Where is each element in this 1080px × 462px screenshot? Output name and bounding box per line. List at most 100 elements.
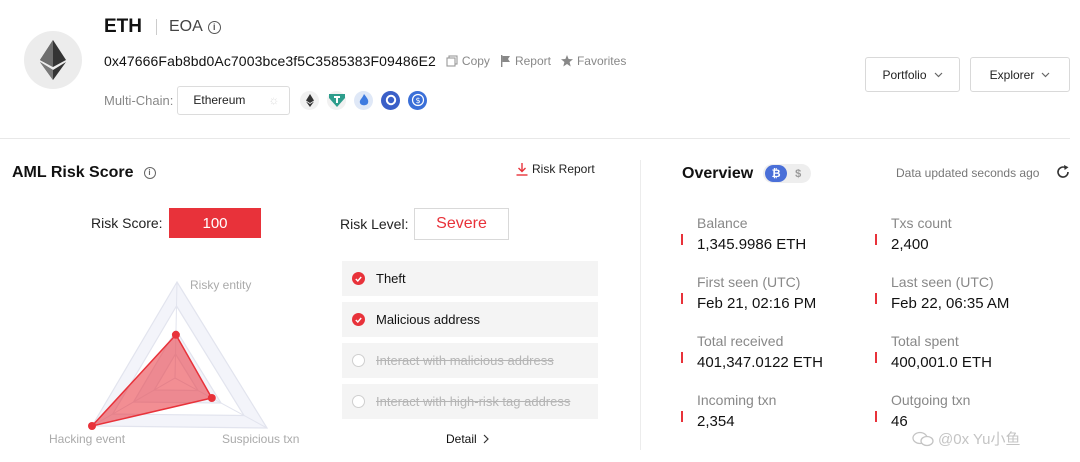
stat-accent-bar — [681, 293, 683, 304]
radar-point — [207, 394, 216, 402]
title-separator — [156, 19, 157, 35]
risk-item-label: Malicious address — [376, 312, 481, 327]
overview-title: Overview — [682, 164, 754, 182]
btc-toggle-button[interactable]: ₿ — [765, 165, 788, 182]
favorites-label: Favorites — [576, 54, 627, 68]
info-icon[interactable]: i — [207, 20, 221, 34]
risk-report-label: Risk Report — [532, 162, 595, 176]
coin-title: ETH — [104, 16, 142, 37]
copy-icon — [446, 55, 458, 67]
multichain-label: Multi-Chain: — [104, 92, 174, 108]
wechat-icon — [912, 431, 934, 446]
stat-value: 46 — [891, 413, 908, 430]
stat-label: Total spent — [891, 333, 959, 349]
risk-score-label: Risk Score: — [91, 215, 163, 231]
stat-accent-bar — [681, 411, 683, 422]
currency-toggle: ₿ $ — [763, 164, 812, 183]
radar-axis-label: Risky entity — [190, 278, 252, 292]
stat-accent-bar — [875, 293, 877, 304]
star-icon — [560, 55, 573, 67]
portfolio-label: Portfolio — [882, 67, 927, 82]
risk-item: Interact with high-risk tag address — [342, 384, 598, 419]
portfolio-button[interactable]: Portfolio — [865, 57, 960, 92]
stat-accent-bar — [875, 234, 877, 245]
radar-point — [171, 330, 180, 339]
check-icon — [352, 313, 365, 326]
radar-point — [88, 422, 96, 430]
stat-label: Total received — [697, 333, 784, 349]
stat-value: 1,345.9986 ETH — [697, 236, 807, 253]
chain-select[interactable]: Ethereum ☼ — [177, 85, 291, 115]
stat-item: Last seen (UTC) Feb 22, 06:35 AM — [875, 274, 1009, 321]
chevron-down-icon — [934, 72, 942, 77]
panel-divider — [640, 160, 641, 450]
stat-item: Txs count 2,400 — [875, 215, 952, 262]
risk-level-label: Risk Level: — [340, 216, 409, 232]
stat-label: Last seen (UTC) — [891, 274, 994, 290]
aml-section-title: AML Risk Score i — [12, 164, 156, 182]
refresh-icon[interactable] — [1056, 165, 1070, 184]
sun-icon: ☼ — [268, 93, 280, 107]
stat-value: 2,354 — [697, 413, 735, 430]
risk-item: Interact with malicious address — [342, 343, 598, 378]
chain-icons: $ — [300, 90, 435, 110]
risk-list: Theft Malicious address Interact with mali… — [342, 261, 598, 425]
stat-item: First seen (UTC) Feb 21, 02:16 PM — [681, 274, 816, 321]
ethereum-chain-icon[interactable] — [300, 90, 320, 110]
risk-level-value: Severe — [414, 208, 509, 240]
overview-section-title: Overview ₿ $ — [682, 164, 812, 183]
title-row: ETH EOA i — [104, 15, 221, 39]
check-icon — [352, 272, 365, 285]
updated-text: Data updated seconds ago — [896, 166, 1040, 180]
empty-circle-icon — [352, 395, 365, 408]
watermark: @0x Yu小鱼 — [912, 428, 1021, 449]
info-icon[interactable]: i — [143, 167, 156, 179]
chevron-right-icon — [483, 434, 489, 444]
stat-item: Total received 401,347.0122 ETH — [681, 333, 823, 380]
copy-button[interactable]: Copy — [446, 54, 490, 68]
stat-value: Feb 21, 02:16 PM — [697, 295, 817, 312]
risk-item-label: Interact with malicious address — [376, 353, 554, 368]
multichain-row: Multi-Chain: Ethereum ☼ $ — [104, 85, 435, 115]
stat-label: Txs count — [891, 215, 952, 231]
account-type: EOA — [169, 18, 203, 35]
usdc-chain-icon[interactable]: $ — [408, 90, 428, 110]
report-button[interactable]: Report — [500, 54, 551, 68]
ring-chain-icon[interactable] — [381, 90, 401, 110]
stat-value: 401,347.0122 ETH — [697, 354, 823, 371]
stat-label: Incoming txn — [697, 392, 777, 408]
stat-accent-bar — [681, 234, 683, 245]
stat-item: Total spent 400,001.0 ETH — [875, 333, 992, 380]
risk-report-button[interactable]: Risk Report — [516, 162, 595, 176]
risk-item: Theft — [342, 261, 598, 296]
chevron-down-icon — [1041, 72, 1050, 77]
address-row: 0x47666Fab8bd0Ac7003bce3f5C3585383F09486… — [104, 51, 626, 71]
favorites-button[interactable]: Favorites — [560, 54, 627, 68]
aml-title: AML Risk Score — [12, 164, 134, 181]
stat-item: Incoming txn 2,354 — [681, 392, 776, 439]
stat-item: Balance 1,345.9986 ETH — [681, 215, 806, 262]
stat-label: Outgoing txn — [891, 392, 971, 408]
risk-item-label: Interact with high-risk tag address — [376, 394, 571, 409]
risk-item-label: Theft — [376, 271, 406, 286]
ethereum-logo-icon — [24, 31, 82, 89]
stat-label: Balance — [697, 215, 748, 231]
flame-chain-icon[interactable] — [354, 90, 374, 110]
chain-select-value: Ethereum — [193, 93, 246, 107]
watermark-text: @0x Yu小鱼 — [938, 431, 1021, 448]
wallet-address: 0x47666Fab8bd0Ac7003bce3f5C3585383F09486… — [104, 53, 436, 69]
header-divider — [0, 138, 1070, 139]
risk-score-value: 100 — [169, 208, 261, 238]
stat-item: Outgoing txn 46 — [875, 392, 970, 439]
copy-label: Copy — [461, 54, 490, 68]
empty-circle-icon — [352, 354, 365, 367]
stat-accent-bar — [875, 352, 877, 363]
usd-toggle-button[interactable]: $ — [787, 165, 809, 182]
detail-link[interactable]: Detail — [446, 432, 489, 446]
tron-chain-icon[interactable] — [327, 90, 347, 110]
download-icon — [516, 162, 528, 176]
explorer-button[interactable]: Explorer — [970, 57, 1070, 92]
stat-accent-bar — [875, 411, 877, 422]
risk-radar-chart: Risky entity Suspicious txn Hacking even… — [40, 268, 330, 458]
svg-text:$: $ — [415, 96, 420, 105]
